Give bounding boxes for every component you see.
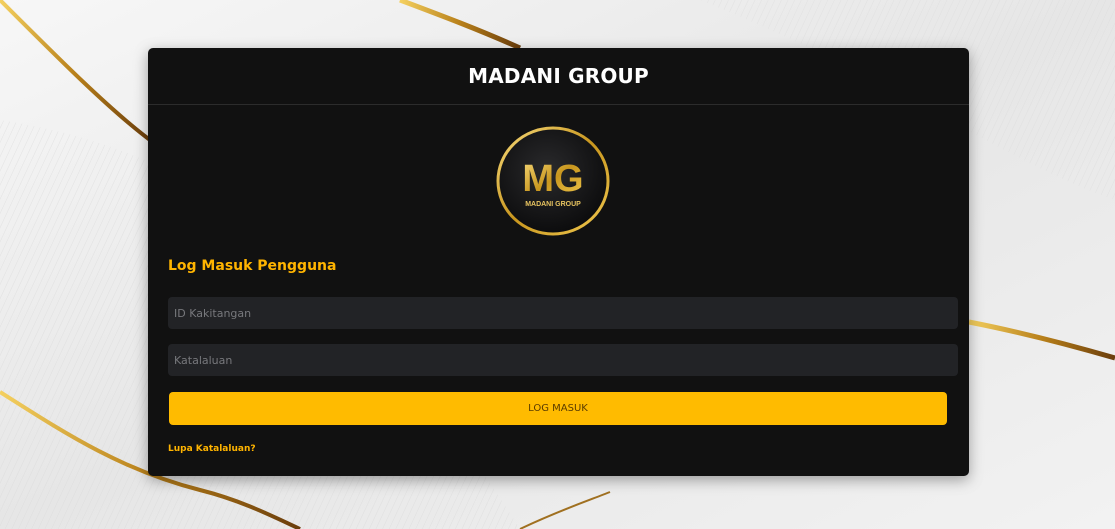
- company-logo: MG MADANI GROUP: [494, 124, 612, 238]
- forgot-password-link[interactable]: Lupa Katalaluan?: [168, 444, 256, 454]
- login-card: MADANI GROUP MG MADANI GROUP Log Masuk P…: [148, 48, 969, 476]
- login-button[interactable]: LOG MASUK: [169, 392, 947, 425]
- login-section-title: Log Masuk Pengguna: [168, 258, 337, 274]
- card-title: MADANI GROUP: [468, 64, 649, 88]
- svg-text:MG: MG: [522, 158, 583, 200]
- svg-text:MADANI GROUP: MADANI GROUP: [525, 201, 581, 208]
- password-input[interactable]: [168, 344, 958, 376]
- card-header: MADANI GROUP: [148, 48, 969, 105]
- staff-id-input[interactable]: [168, 297, 958, 329]
